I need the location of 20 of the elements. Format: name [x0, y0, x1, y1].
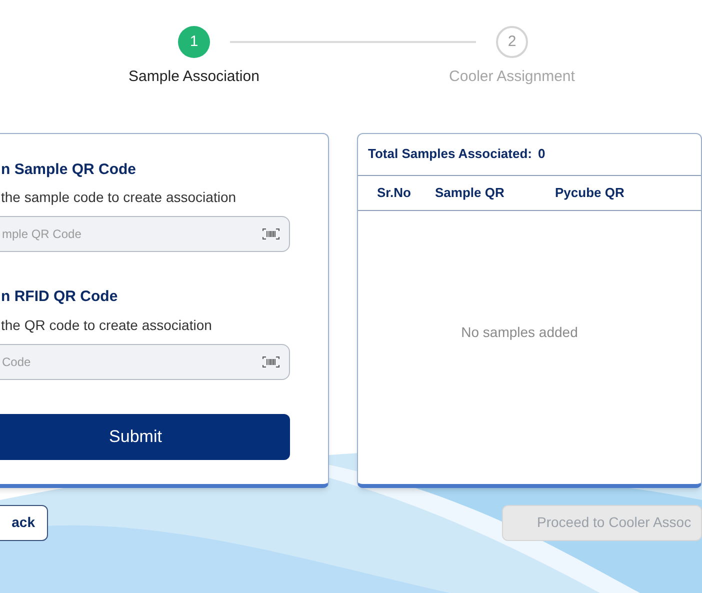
section-subtitle: the sample code to create association — [1, 188, 238, 207]
total-samples-count: 0 — [538, 145, 546, 164]
barcode-icon — [262, 228, 280, 240]
step-label: Sample Association — [128, 67, 260, 87]
section-subtitle: the QR code to create association — [1, 316, 213, 335]
total-samples-label: Total Samples Associated: — [368, 145, 532, 164]
step-number: 1 — [178, 26, 210, 58]
section-title: n RFID QR Code — [1, 287, 119, 307]
step-number: 2 — [496, 26, 528, 58]
section-title: n Sample QR Code — [1, 160, 138, 180]
barcode-icon — [262, 356, 280, 368]
column-header: Sr.No — [377, 184, 412, 202]
step-label: Cooler Assignment — [449, 67, 575, 87]
column-header: Sample QR — [435, 184, 506, 202]
submit-button[interactable]: Submit — [0, 414, 290, 460]
empty-message: No samples added — [461, 322, 578, 342]
qr-input-field[interactable]: mple QR Code — [0, 216, 290, 252]
back-button[interactable]: ack — [0, 504, 48, 540]
column-header: Pycube QR — [555, 184, 626, 202]
qr-input-field[interactable]: Code — [0, 344, 290, 380]
